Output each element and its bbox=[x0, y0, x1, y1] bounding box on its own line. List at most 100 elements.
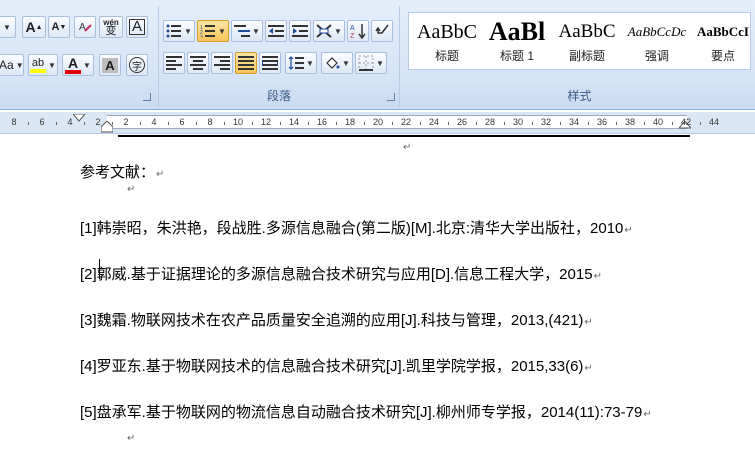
sort-button[interactable]: AZ bbox=[347, 20, 369, 42]
align-center-icon bbox=[190, 56, 206, 70]
ruler-tick bbox=[252, 122, 253, 125]
style-item-title[interactable]: AaBbC 标题 bbox=[415, 17, 479, 67]
ruler-tick bbox=[644, 122, 645, 125]
phonetic-guide-button[interactable]: wén 变 bbox=[99, 16, 123, 38]
clear-format-button[interactable]: A bbox=[74, 16, 96, 38]
align-left-button[interactable] bbox=[163, 52, 185, 74]
increase-indent-button[interactable] bbox=[289, 20, 311, 42]
change-case-button[interactable]: Aa ▼ bbox=[0, 54, 24, 76]
decrease-indent-button[interactable] bbox=[265, 20, 287, 42]
horizontal-ruler[interactable]: 8 6 4 2 2 4 6 8 10 12 14 16 18 20 22 24 26 28 30 32 34 36 38 40… bbox=[0, 112, 755, 134]
numbered-list-icon: 1 2 3 bbox=[200, 25, 216, 38]
text-highlight-button[interactable]: ab ▼ bbox=[28, 54, 58, 76]
chevron-down-icon: ▼ bbox=[15, 60, 24, 70]
style-item-heading-1[interactable]: AaBl 标题 1 bbox=[485, 17, 549, 67]
show-hide-marks-button[interactable] bbox=[371, 20, 393, 42]
show-marks-icon bbox=[375, 24, 389, 34]
ruler-tick bbox=[56, 122, 57, 125]
style-item-strong[interactable]: AaBbCcI 要点 bbox=[695, 17, 751, 67]
character-shading-button[interactable]: A bbox=[99, 54, 121, 76]
ruler-tick bbox=[532, 122, 533, 125]
ruler-tick bbox=[224, 122, 225, 125]
bullets-button[interactable]: ▼ bbox=[163, 20, 195, 42]
ruler-number: 12 bbox=[260, 117, 272, 127]
ruler-number: 28 bbox=[484, 117, 496, 127]
ruler-number: 38 bbox=[624, 117, 636, 127]
ruler-tick bbox=[364, 122, 365, 125]
character-border-button[interactable]: A bbox=[126, 16, 148, 38]
paragraph-mark: ↵ bbox=[127, 433, 136, 444]
ruler-tick bbox=[84, 122, 85, 125]
borders-button[interactable]: ▼ bbox=[355, 52, 387, 74]
ruler-number: 32 bbox=[540, 117, 552, 127]
first-line-indent-marker-icon[interactable] bbox=[73, 114, 85, 122]
ruler-number: 2 bbox=[123, 117, 129, 127]
ruler-tick bbox=[504, 122, 505, 125]
ruler-number: 8 bbox=[207, 117, 213, 127]
ruler-number: 18 bbox=[344, 117, 356, 127]
paragraph-group: ▼ 1 2 3 ▼ ▼ ▼ A Z ▼ ▼ ▼ 段落 bbox=[158, 6, 400, 106]
ruler-number: 42 bbox=[680, 117, 692, 127]
justify-button[interactable] bbox=[235, 52, 257, 74]
reference-item-5: [5]盘承军.基于物联网的物流信息自动融合技术研究[J].柳州师专学报，2014… bbox=[80, 404, 652, 421]
ruler-tick bbox=[392, 122, 393, 125]
ruler-number: 6 bbox=[179, 117, 185, 127]
ruler-tick bbox=[140, 122, 141, 125]
font-color-swatch bbox=[65, 69, 82, 74]
ruler-number: 10 bbox=[232, 117, 244, 127]
ruler-number: 2 bbox=[95, 117, 101, 127]
paragraph-dialog-launcher[interactable] bbox=[387, 93, 395, 101]
references-heading: 参考文献：↵ bbox=[80, 164, 165, 181]
ruler-number: 4 bbox=[67, 117, 73, 127]
ruler-tick bbox=[196, 122, 197, 125]
document-page[interactable]: ↵ 参考文献：↵ ↵ [1]韩崇昭，朱洪艳，段战胜.多源信息融合(第二版)[M]… bbox=[0, 137, 755, 451]
ruler-tick bbox=[420, 122, 421, 125]
shading-button[interactable]: ▼ bbox=[321, 52, 353, 74]
down-arrow-icon: ▼ bbox=[59, 23, 67, 31]
font-dialog-launcher[interactable] bbox=[143, 93, 151, 101]
ruler-number: 6 bbox=[39, 117, 45, 127]
ruler-tick bbox=[560, 122, 561, 125]
increase-indent-icon bbox=[292, 25, 308, 37]
multilevel-list-icon bbox=[234, 25, 251, 37]
numbering-button[interactable]: 1 2 3 ▼ bbox=[197, 20, 229, 42]
align-right-button[interactable] bbox=[211, 52, 233, 74]
ruler-number: 36 bbox=[596, 117, 608, 127]
ruler-tick bbox=[448, 122, 449, 125]
chevron-down-icon: ▼ bbox=[252, 26, 260, 36]
bullet-list-icon bbox=[166, 24, 182, 38]
reference-item-3: [3]魏霜.物联网技术在农产品质量安全追溯的应用[J].科技与管理，2013,(… bbox=[80, 312, 593, 329]
font-color-button[interactable]: A ▼ bbox=[62, 54, 94, 76]
chinese-layout-icon bbox=[316, 24, 332, 38]
enclose-characters-button[interactable]: 字 bbox=[126, 54, 148, 76]
font-group: ▼ A ▲ A ▼ A wén 变 A Aa ▼ ab ▼ A ▼ A 字 bbox=[0, 6, 155, 106]
decrease-indent-icon bbox=[268, 25, 284, 37]
align-center-button[interactable] bbox=[187, 52, 209, 74]
svg-text:Z: Z bbox=[350, 33, 355, 39]
ruler-number: 40 bbox=[652, 117, 664, 127]
chinese-layout-button[interactable]: ▼ bbox=[313, 20, 345, 42]
shrink-font-button[interactable]: A ▼ bbox=[48, 16, 70, 38]
ruler-tick bbox=[476, 122, 477, 125]
paragraph-mark: ↵ bbox=[127, 184, 136, 195]
svg-text:A: A bbox=[79, 22, 86, 33]
style-item-emphasis[interactable]: AaBbCcDc 强调 bbox=[625, 17, 689, 67]
ruler-tick bbox=[168, 122, 169, 125]
font-size-dropdown[interactable]: ▼ bbox=[0, 16, 16, 38]
sort-icon: AZ bbox=[350, 24, 366, 39]
ribbon: ▼ A ▲ A ▼ A wén 变 A Aa ▼ ab ▼ A ▼ A 字 ▼ … bbox=[0, 0, 755, 110]
align-left-icon bbox=[166, 56, 182, 70]
ruler-tick bbox=[588, 122, 589, 125]
style-item-subtitle[interactable]: AaBbC 副标题 bbox=[555, 17, 619, 67]
align-right-icon bbox=[214, 56, 230, 70]
justify-icon bbox=[238, 56, 254, 70]
svg-text:A: A bbox=[350, 25, 355, 32]
paint-bucket-icon bbox=[326, 57, 340, 69]
multilevel-list-button[interactable]: ▼ bbox=[231, 20, 263, 42]
grow-font-button[interactable]: A ▲ bbox=[22, 16, 46, 38]
ruler-number: 22 bbox=[400, 117, 412, 127]
ruler-tick bbox=[616, 122, 617, 125]
ruler-tick bbox=[28, 122, 29, 125]
line-spacing-button[interactable]: ▼ bbox=[285, 52, 317, 74]
distributed-button[interactable] bbox=[259, 52, 281, 74]
